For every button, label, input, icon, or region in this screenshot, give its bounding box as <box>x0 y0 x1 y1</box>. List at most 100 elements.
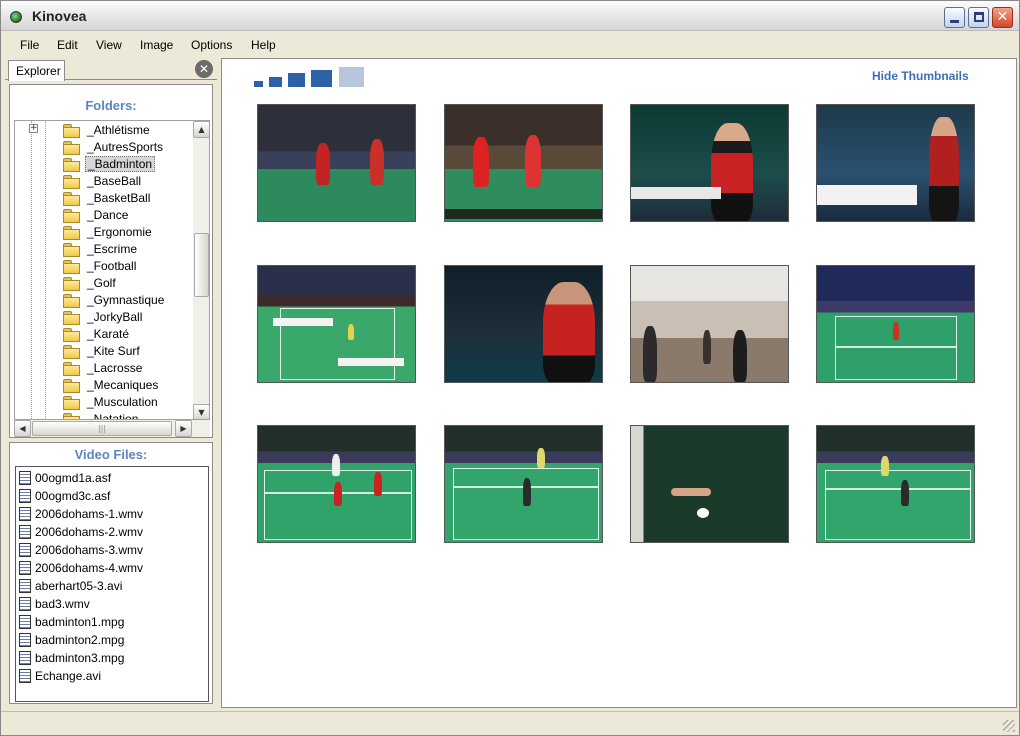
video-thumbnail[interactable] <box>816 425 975 543</box>
close-panel-icon[interactable]: ✕ <box>195 60 213 78</box>
folder-item[interactable]: _Mecaniques <box>63 376 193 393</box>
tab-explorer[interactable]: Explorer <box>8 60 65 81</box>
video-file-item[interactable]: bad3.wmv <box>16 595 208 613</box>
video-file-icon <box>19 633 31 647</box>
player-figure <box>543 282 595 382</box>
thumbnail-image <box>445 105 602 221</box>
folder-item[interactable]: _Lacrosse <box>63 359 193 376</box>
folder-label: _JorkyBall <box>87 309 143 324</box>
thumb-size-xsmall-button[interactable] <box>254 81 263 87</box>
menu-view[interactable]: View <box>96 38 122 52</box>
video-file-item[interactable]: 00ogmd3c.asf <box>16 487 208 505</box>
folder-item[interactable]: _Football <box>63 257 193 274</box>
title-bar[interactable]: Kinovea ✕ <box>1 1 1019 31</box>
resize-grip-icon[interactable] <box>1003 720 1015 732</box>
folder-item[interactable]: _BasketBall <box>63 189 193 206</box>
video-thumbnail[interactable] <box>630 265 789 383</box>
arm-figure <box>671 488 711 496</box>
thumb-size-xlarge-button[interactable] <box>339 67 364 87</box>
player-figure <box>523 478 531 506</box>
menu-options[interactable]: Options <box>191 38 232 52</box>
video-file-item[interactable]: 2006dohams-2.wmv <box>16 523 208 541</box>
thumb-size-medium-button[interactable] <box>288 73 305 87</box>
video-thumbnail[interactable] <box>257 425 416 543</box>
folder-item[interactable]: _Ergonomie <box>63 223 193 240</box>
video-thumbnail[interactable] <box>444 104 603 222</box>
video-file-item[interactable]: badminton3.mpg <box>16 649 208 667</box>
folder-label: _Football <box>87 258 137 273</box>
court-net <box>835 346 957 348</box>
maximize-button[interactable] <box>968 7 989 28</box>
video-thumbnail[interactable] <box>444 425 603 543</box>
scroll-right-icon[interactable]: ▶ <box>175 420 192 437</box>
folder-item[interactable]: _JorkyBall <box>63 308 193 325</box>
video-thumbnail[interactable] <box>816 104 975 222</box>
folder-tree[interactable]: + _Athlétisme _AutresSports _Badminton _Base… <box>14 120 210 420</box>
close-icon: ✕ <box>996 9 1009 25</box>
video-file-item[interactable]: 2006dohams-3.wmv <box>16 541 208 559</box>
video-file-label: badminton3.mpg <box>35 651 125 665</box>
folder-label: _BasketBall <box>87 190 151 205</box>
video-thumbnail[interactable] <box>816 265 975 383</box>
minimize-button[interactable] <box>944 7 965 28</box>
thumb-size-large-button[interactable] <box>311 70 332 87</box>
player-figure <box>348 324 354 340</box>
player-figure <box>525 135 541 187</box>
horizontal-scroll-thumb[interactable]: ||| <box>32 421 172 436</box>
folder-vertical-scrollbar[interactable]: ▲ ▼ <box>193 121 209 419</box>
thumb-size-small-button[interactable] <box>269 77 282 87</box>
folder-horizontal-scrollbar[interactable]: ◀ ||| ▶ <box>14 420 210 437</box>
menu-file[interactable]: File <box>20 38 39 52</box>
scroll-down-icon[interactable]: ▼ <box>193 404 209 419</box>
folder-icon <box>63 378 80 393</box>
close-window-button[interactable]: ✕ <box>992 7 1013 28</box>
vertical-scroll-thumb[interactable] <box>194 233 209 297</box>
folder-label: _Ergonomie <box>87 224 152 239</box>
video-file-item[interactable]: aberhart05-3.avi <box>16 577 208 595</box>
video-file-item[interactable]: badminton1.mpg <box>16 613 208 631</box>
folder-item[interactable]: + _Athlétisme <box>29 121 193 138</box>
folder-item[interactable]: _Karaté <box>63 325 193 342</box>
menu-edit[interactable]: Edit <box>57 38 78 52</box>
menu-help[interactable]: Help <box>251 38 276 52</box>
video-thumbnail[interactable] <box>257 104 416 222</box>
video-file-item[interactable]: 00ogmd1a.asf <box>16 469 208 487</box>
folders-section: Folders: + _Athlétisme _AutresSports _Badmi… <box>9 84 213 438</box>
video-file-label: Echange.avi <box>35 669 102 683</box>
video-thumbnail[interactable] <box>630 425 789 543</box>
player-figure <box>537 448 545 468</box>
video-file-label: 2006dohams-1.wmv <box>35 507 144 521</box>
folder-icon <box>63 361 80 376</box>
folder-item[interactable]: _Golf <box>63 274 193 291</box>
folder-item[interactable]: _Kite Surf <box>63 342 193 359</box>
scroll-up-icon[interactable]: ▲ <box>193 121 209 138</box>
video-thumbnail[interactable] <box>257 265 416 383</box>
folder-label: _Gymnastique <box>87 292 165 307</box>
video-file-item[interactable]: badminton2.mpg <box>16 631 208 649</box>
folder-label: _Mecaniques <box>87 377 159 392</box>
folder-item[interactable]: _Escrime <box>63 240 193 257</box>
folder-item[interactable]: _Musculation <box>63 393 193 410</box>
thumbnail-image <box>258 105 415 221</box>
video-thumbnail[interactable] <box>630 104 789 222</box>
player-figure <box>929 117 959 221</box>
player-figure <box>334 482 342 506</box>
video-file-icon <box>19 561 31 575</box>
scroll-left-icon[interactable]: ◀ <box>14 420 31 437</box>
folder-item[interactable]: _Badminton <box>63 155 193 172</box>
menu-image[interactable]: Image <box>140 38 173 52</box>
video-file-item[interactable]: 2006dohams-1.wmv <box>16 505 208 523</box>
folder-item[interactable]: _Dance <box>63 206 193 223</box>
hide-thumbnails-link[interactable]: Hide Thumbnails <box>872 69 969 83</box>
folder-icon <box>63 310 80 325</box>
video-file-item[interactable]: 2006dohams-4.wmv <box>16 559 208 577</box>
folder-item[interactable]: _BaseBall <box>63 172 193 189</box>
folder-label: _Musculation <box>87 394 158 409</box>
folder-item[interactable]: _Gymnastique <box>63 291 193 308</box>
folder-item[interactable]: _Natation <box>63 410 193 419</box>
video-file-item[interactable]: Echange.avi <box>16 667 208 685</box>
video-thumbnail[interactable] <box>444 265 603 383</box>
expand-icon[interactable]: + <box>29 124 38 133</box>
folder-item[interactable]: _AutresSports <box>63 138 193 155</box>
status-bar <box>1 711 1019 735</box>
